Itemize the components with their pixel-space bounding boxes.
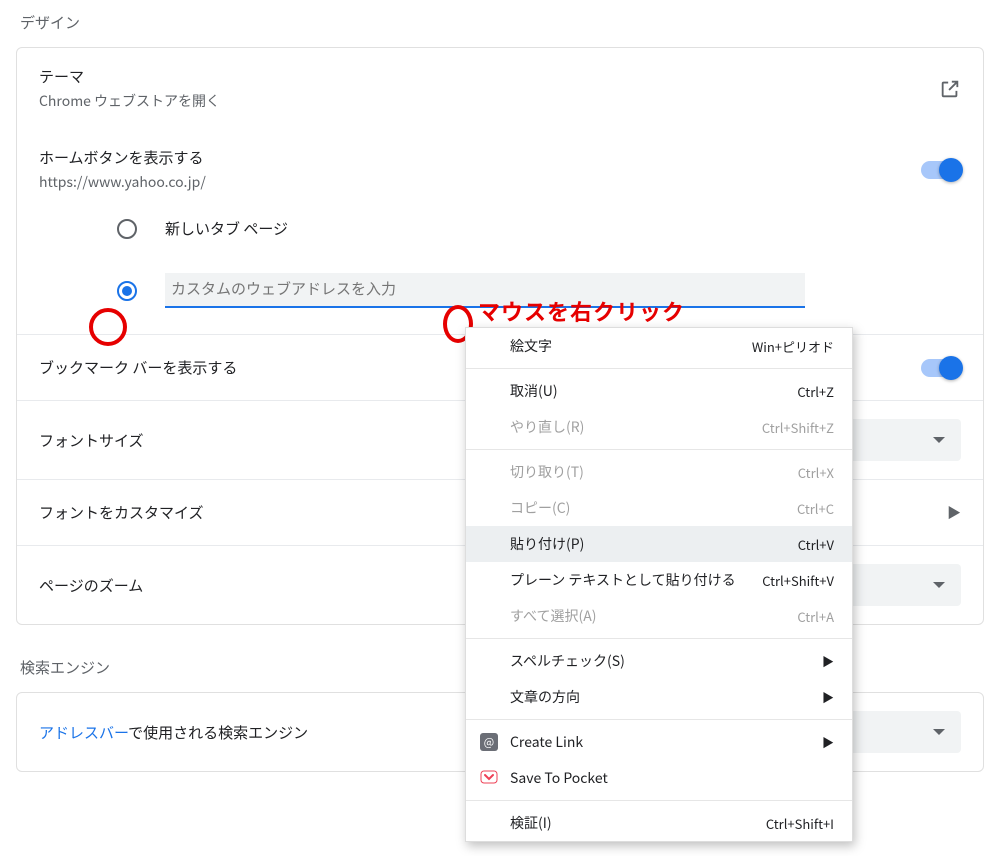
menu-redo: やり直し(R)Ctrl+Shift+Z [466,409,852,445]
menu-separator [466,368,852,369]
chevron-right-icon: ▶ [822,689,834,706]
radio-new-tab-label: 新しいタブ ページ [165,218,288,239]
font-size-title: フォントサイズ [39,430,144,451]
context-menu: 絵文字Win+ピリオド 取消(U)Ctrl+Z やり直し(R)Ctrl+Shif… [465,327,853,842]
annot-right-click-text: マウスを右クリック [478,295,685,327]
menu-copy: コピー(C)Ctrl+C [466,490,852,526]
chevron-right-icon: ▶ [822,653,834,670]
chevron-down-icon [933,437,945,443]
bookmark-bar-toggle[interactable] [921,359,961,377]
home-url: https://www.yahoo.co.jp/ [39,172,206,192]
menu-create-link[interactable]: @ Create Link▶ [466,724,852,760]
menu-separator [466,449,852,450]
menu-spellcheck[interactable]: スペルチェック(S)▶ [466,643,852,679]
home-button-toggle[interactable] [921,161,961,179]
menu-paste[interactable]: 貼り付け(P)Ctrl+V [466,526,852,562]
menu-undo[interactable]: 取消(U)Ctrl+Z [466,373,852,409]
menu-paste-plain[interactable]: プレーン テキストとして貼り付けるCtrl+Shift+V [466,562,852,598]
link-extension-icon: @ [480,733,498,751]
theme-sub: Chrome ウェブストアを開く [39,91,220,111]
menu-emoji[interactable]: 絵文字Win+ピリオド [466,328,852,364]
svg-text:@: @ [484,734,494,750]
radio-icon [117,219,137,239]
chevron-right-icon: ▶ [947,503,961,523]
menu-separator [466,638,852,639]
home-button-title: ホームボタンを表示する [39,147,206,168]
external-link-icon [939,78,961,100]
menu-inspect[interactable]: 検証(I)Ctrl+Shift+I [466,805,852,841]
radio-icon [117,281,137,301]
menu-separator [466,800,852,801]
radio-new-tab[interactable]: 新しいタブ ページ [117,218,961,239]
menu-select-all: すべて選択(A)Ctrl+A [466,598,852,634]
font-customize-title: フォントをカスタマイズ [39,502,204,523]
page-zoom-title: ページのズーム [39,575,143,596]
menu-separator [466,719,852,720]
search-engine-link[interactable]: アドレスバー [39,722,128,743]
theme-title: テーマ [39,66,220,87]
menu-text-direction[interactable]: 文章の方向▶ [466,679,852,715]
search-engine-title: アドレスバーで使用される検索エンジン [39,722,308,743]
pocket-icon [480,769,498,787]
menu-cut: 切り取り(T)Ctrl+X [466,454,852,490]
bookmark-bar-title: ブックマーク バーを表示する [39,357,237,378]
chevron-down-icon [933,582,945,588]
chevron-right-icon: ▶ [822,734,834,751]
menu-save-pocket[interactable]: Save To Pocket [466,760,852,796]
section-header-design: デザイン [0,0,1000,47]
theme-row[interactable]: テーマ Chrome ウェブストアを開く [17,48,983,129]
home-button-row: ホームボタンを表示する https://www.yahoo.co.jp/ [17,129,983,198]
chevron-down-icon [933,729,945,735]
